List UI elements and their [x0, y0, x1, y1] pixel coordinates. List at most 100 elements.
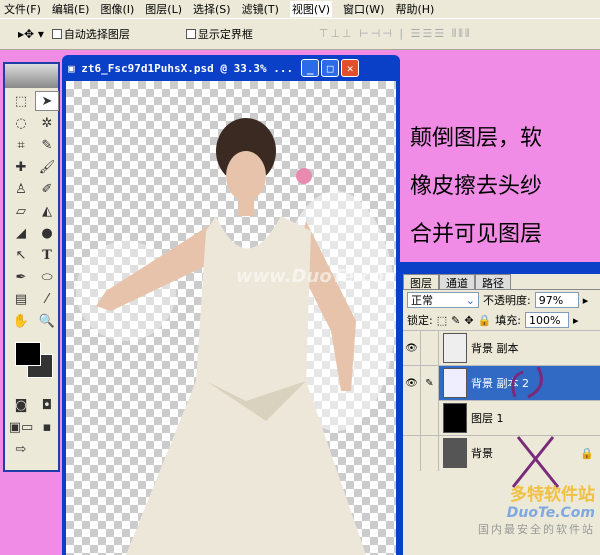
blend-mode-value: 正常: [411, 294, 433, 307]
opacity-field[interactable]: 97%: [534, 292, 579, 308]
marquee-tool-icon[interactable]: ⬚: [9, 91, 33, 111]
logo-name: 多特软件站: [510, 485, 595, 505]
magic-wand-icon[interactable]: ✲: [35, 113, 59, 133]
menu-window[interactable]: 窗口(W): [343, 1, 384, 17]
quick-mask-icon[interactable]: ◘: [35, 395, 59, 415]
align-buttons-icon[interactable]: ⊤⊥⊥ ⊢⊣⊣ | ☰☰☰ ⫴⫴⫴: [319, 27, 472, 41]
layer-name: 图层 1: [471, 412, 504, 425]
show-bounds-checkbox[interactable]: 显示定界框: [185, 26, 253, 42]
hand-tool-icon[interactable]: ✋: [9, 311, 33, 331]
link-slot[interactable]: [421, 400, 439, 436]
dodge-tool-icon[interactable]: ●: [35, 223, 59, 243]
image-canvas[interactable]: www.DuoTe.com: [66, 81, 396, 555]
eraser-tool-icon[interactable]: ▱: [9, 201, 33, 221]
menu-bar: 文件(F) 编辑(E) 图像(I) 图层(L) 选择(S) 滤镜(T) 视图(V…: [0, 0, 600, 18]
layer-name: 背景: [471, 447, 493, 460]
stamp-tool-icon[interactable]: ♙: [9, 179, 33, 199]
foreground-color[interactable]: [15, 342, 41, 366]
move-tool-icon[interactable]: ➤: [35, 91, 59, 111]
maximize-button[interactable]: □: [321, 59, 340, 77]
menu-image[interactable]: 图像(I): [100, 1, 134, 17]
instruction-note: 颠倒图层，软 橡皮擦去头纱 合并可见图层: [410, 115, 600, 259]
tab-channels[interactable]: 通道: [439, 274, 475, 290]
eyedropper-icon[interactable]: ⁄: [35, 289, 59, 309]
ellipse-tool-icon[interactable]: ⬭: [35, 267, 59, 287]
bride-photo: [76, 118, 396, 555]
show-bounds-label: 显示定界框: [197, 28, 253, 41]
link-slot[interactable]: [421, 435, 439, 471]
fill-field[interactable]: 100%: [524, 312, 569, 328]
site-logo: 多特软件站 DuoTe.Com 国内最安全的软件站: [460, 480, 595, 537]
layer-thumbnail: [443, 333, 467, 363]
notes-tool-icon[interactable]: ▤: [9, 289, 33, 309]
blur-tool-icon[interactable]: ◢: [9, 223, 33, 243]
handwritten-marks: [511, 366, 560, 488]
healing-brush-icon[interactable]: ✚: [9, 157, 33, 177]
screen-mode-icon[interactable]: ▣▭: [9, 417, 34, 437]
lasso-tool-icon[interactable]: ◌: [9, 113, 33, 133]
fill-value: 100%: [528, 313, 561, 327]
close-button[interactable]: ✕: [341, 59, 360, 77]
document-window: ▣ zt6_Fsc97d1PuhsX.psd @ 33.3% ... _ □ ✕…: [62, 55, 400, 555]
panel-titlebar[interactable]: [403, 262, 600, 274]
eye-icon[interactable]: 👁: [403, 365, 421, 401]
type-tool-icon[interactable]: T: [35, 245, 59, 265]
pen-tool-icon[interactable]: ✒: [9, 267, 33, 287]
note-line: 合并可见图层: [410, 222, 543, 247]
crop-tool-icon[interactable]: ⌗: [9, 135, 33, 155]
layer-thumbnail: [443, 368, 467, 398]
options-bar: ▸✥ ▾ 自动选择图层 显示定界框 ⊤⊥⊥ ⊢⊣⊣ | ☰☰☰ ⫴⫴⫴: [0, 18, 600, 50]
opacity-slider-arrow-icon[interactable]: ▸: [583, 294, 589, 307]
watermark: www.DuoTe.com: [236, 266, 396, 287]
blend-mode-select[interactable]: 正常 ⌄: [407, 292, 479, 308]
brush-icon[interactable]: ✎: [421, 365, 439, 401]
layer-thumbnail: [443, 438, 467, 468]
link-slot[interactable]: [421, 330, 439, 366]
path-select-icon[interactable]: ↖: [9, 245, 33, 265]
toolbox: ⬚ ➤ ◌ ✲ ⌗ ✎ ✚ 🖌 ♙ ✐ ▱ ◭ ◢ ● ↖ T ✒ ⬭ ▤ ⁄ …: [3, 62, 60, 472]
auto-select-label: 自动选择图层: [63, 28, 130, 41]
slice-tool-icon[interactable]: ✎: [35, 135, 59, 155]
zoom-tool-icon[interactable]: 🔍: [35, 311, 59, 331]
move-tool-preset-icon[interactable]: ▸✥ ▾: [18, 27, 44, 41]
lock-position-icon[interactable]: ✥: [464, 314, 473, 327]
menu-file[interactable]: 文件(F): [4, 1, 41, 17]
document-title: zt6_Fsc97d1PuhsX.psd @ 33.3% ...: [81, 61, 294, 75]
fill-slider-arrow-icon[interactable]: ▸: [573, 314, 579, 327]
menu-layer[interactable]: 图层(L): [145, 1, 182, 17]
note-line: 颠倒图层，软: [410, 126, 543, 151]
lock-brush-icon[interactable]: ✎: [451, 314, 460, 327]
paint-bucket-icon[interactable]: ◭: [35, 201, 59, 221]
tab-paths[interactable]: 路径: [475, 274, 511, 290]
history-brush-icon[interactable]: ✐: [35, 179, 59, 199]
brush-tool-icon[interactable]: 🖌: [35, 157, 59, 177]
menu-edit[interactable]: 编辑(E): [52, 1, 90, 17]
layer-thumbnail: [443, 403, 467, 433]
logo-slogan: 国内最安全的软件站: [478, 523, 595, 536]
lock-label: 锁定:: [407, 314, 433, 327]
layer-name: 背景 副本: [471, 342, 519, 355]
lock-all-icon[interactable]: 🔒: [478, 314, 492, 327]
menu-select[interactable]: 选择(S): [193, 1, 231, 17]
menu-help[interactable]: 帮助(H): [395, 1, 434, 17]
menu-filter[interactable]: 滤镜(T): [242, 1, 279, 17]
toolbox-header-logo: [5, 64, 58, 88]
jump-to-imageready-icon[interactable]: ⇨: [9, 439, 33, 459]
fill-label: 填充:: [495, 314, 521, 327]
minimize-button[interactable]: _: [301, 59, 320, 77]
color-swatches[interactable]: [9, 338, 54, 388]
eye-slot[interactable]: [403, 400, 421, 436]
standard-mode-icon[interactable]: ◙: [9, 395, 33, 415]
eye-icon[interactable]: 👁: [403, 330, 421, 366]
eye-slot[interactable]: [403, 435, 421, 471]
lock-transparency-icon[interactable]: ⬚: [437, 314, 447, 327]
tab-layers[interactable]: 图层: [403, 274, 439, 290]
note-line: 橡皮擦去头纱: [410, 174, 543, 199]
document-titlebar[interactable]: ▣ zt6_Fsc97d1PuhsX.psd @ 33.3% ... _ □ ✕: [62, 55, 400, 81]
fullscreen-mode-icon[interactable]: ▪: [35, 417, 59, 437]
menu-view[interactable]: 视图(V): [289, 1, 333, 17]
opacity-value: 97%: [538, 293, 564, 307]
auto-select-checkbox[interactable]: 自动选择图层: [51, 26, 130, 42]
document-icon: ▣: [68, 61, 82, 75]
logo-url: DuoTe.Com: [506, 505, 595, 521]
